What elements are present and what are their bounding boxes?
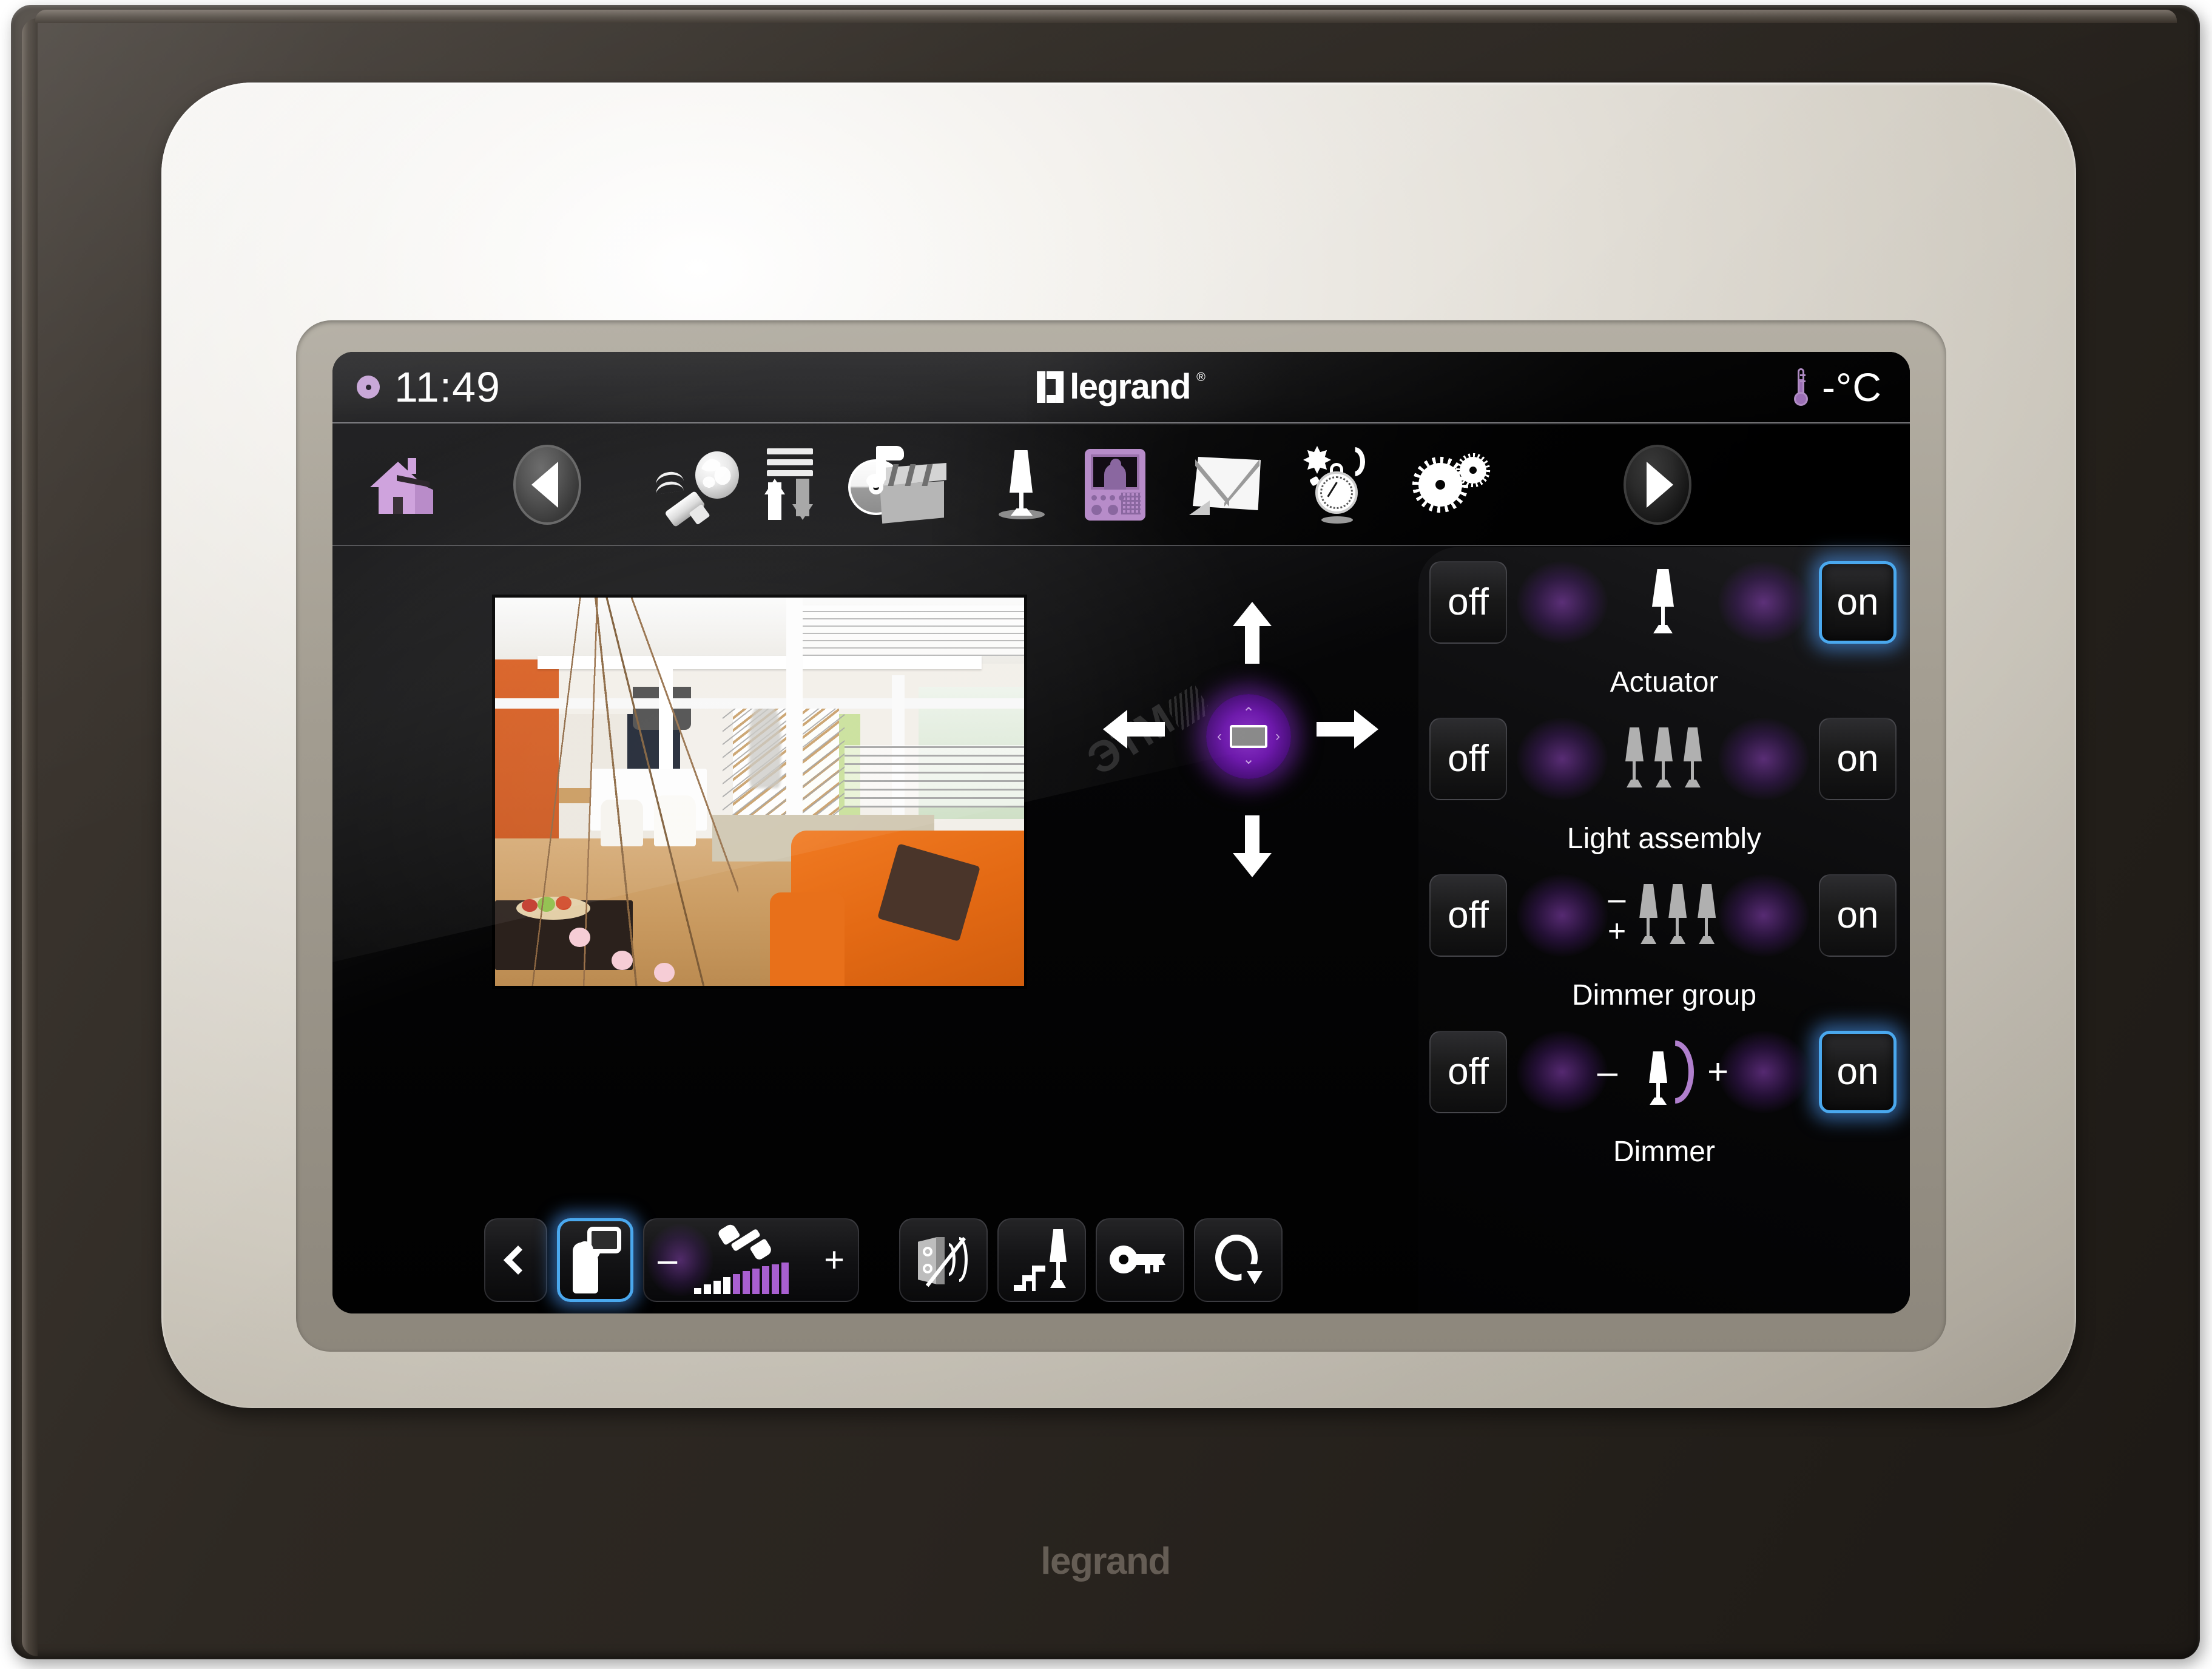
handset-volume-icon [694, 1222, 807, 1294]
device-top-edge [35, 10, 2177, 23]
dimmer-group-off-button[interactable]: off [1429, 874, 1507, 957]
brand-registered-mark: ® [1196, 371, 1205, 384]
mute-speaker-button[interactable] [899, 1218, 988, 1302]
dimmer-label: Dimmer [1613, 1136, 1715, 1168]
key-icon [1110, 1246, 1170, 1275]
volume-plus-button[interactable]: + [824, 1242, 845, 1278]
cd-clapperboard-icon [848, 446, 946, 524]
person-speech-icon [569, 1227, 621, 1293]
up-down-arrows-icon [764, 448, 817, 521]
nav-item-multimedia[interactable] [848, 446, 946, 524]
cycle-button[interactable] [1194, 1218, 1283, 1302]
dimmer-on-button[interactable]: on [1819, 1031, 1897, 1113]
dimmer-minus-button[interactable]: – [1597, 1054, 1617, 1090]
dimmer-group-plus[interactable]: + [1608, 915, 1626, 947]
screen-pan-icon [1230, 725, 1267, 748]
nav-item-scenarios[interactable] [1298, 446, 1389, 524]
back-button[interactable] [484, 1218, 547, 1302]
dimmer-group-plusminus[interactable]: – + [1608, 883, 1626, 947]
nav-item-previous[interactable] [513, 445, 581, 525]
dimmer-arc-lamp-icon [1631, 1038, 1694, 1106]
legrand-logo: legrand ® [1037, 369, 1205, 405]
lamp-icon [988, 450, 1054, 519]
actuator-off-button[interactable]: off [1429, 561, 1507, 644]
volume-minus-button[interactable]: – [658, 1242, 677, 1278]
video-door-station-icon [1085, 449, 1145, 521]
light-assembly-off-button[interactable]: off [1429, 718, 1507, 800]
control-row: off on Light assembly [1418, 704, 1910, 860]
clock-text: 11:49 [394, 363, 501, 411]
actuator-label: Actuator [1610, 666, 1719, 698]
light-assembly-label: Light assembly [1566, 823, 1762, 855]
dimmer-off-button[interactable]: off [1429, 1031, 1507, 1113]
nav-item-messages[interactable] [1189, 454, 1266, 515]
dpad-center-down-icon: ⌄ [1242, 751, 1255, 767]
volume-control[interactable]: – + [643, 1218, 859, 1302]
control-row: off – + on Dimmer group [1418, 860, 1910, 1017]
nav-item-updown[interactable] [764, 448, 817, 521]
nav-item-next[interactable] [1624, 445, 1691, 525]
nav-item-home[interactable] [370, 456, 437, 514]
camera-image [495, 598, 1024, 986]
dpad-center-left-icon: ‹ [1217, 728, 1222, 744]
dpad-center-right-icon: › [1275, 728, 1280, 744]
dimmer-group-label: Dimmer group [1571, 979, 1757, 1011]
device-bottom-logo: legrand [1040, 1540, 1171, 1582]
touchscreen[interactable]: 11:49 legrand ® -°C ЭТМ ⌃ ⌄ ‹ › off on A… [332, 352, 1910, 1313]
clock: 11:49 [357, 366, 501, 408]
stair-light-icon [1014, 1229, 1070, 1291]
status-bar: 11:49 legrand ® -°C [332, 352, 1910, 423]
volume-level-bars [694, 1263, 789, 1294]
control-row: off on Actuator [1418, 547, 1910, 704]
dimmer-group-minus[interactable]: – [1608, 883, 1626, 915]
next-arrow-icon [1624, 445, 1691, 525]
staircase-light-button[interactable] [997, 1218, 1086, 1302]
thermometer-icon [1793, 368, 1809, 406]
device-body: 11:49 legrand ® -°C ЭТМ ⌃ ⌄ ‹ › off on A… [11, 5, 2200, 1659]
envelope-icon [1189, 454, 1266, 515]
speaker-muted-icon [918, 1233, 969, 1287]
chevron-left-icon [503, 1245, 533, 1275]
door-lock-button[interactable] [1096, 1218, 1184, 1302]
actuator-on-button[interactable]: on [1819, 561, 1897, 644]
dimmer-plus-button[interactable]: + [1707, 1054, 1728, 1090]
three-lamps-icon [1622, 727, 1704, 791]
status-dot-icon [357, 376, 380, 399]
three-lamps-dim-icon [1636, 884, 1718, 947]
lighting-control-panel: off on Actuator off on Light assembly of… [1418, 547, 1910, 1313]
dpad-center-up-icon: ⌃ [1242, 705, 1255, 721]
device-left-edge [22, 18, 38, 1656]
pan-tilt-dpad: ⌃ ⌄ ‹ › [1103, 602, 1394, 881]
main-content-area: ЭТМ ⌃ ⌄ ‹ › off on Actuator off on Light… [332, 547, 1910, 1313]
previous-arrow-icon [513, 445, 581, 525]
nav-item-settings[interactable] [1418, 452, 1491, 518]
dimmer-group-on-button[interactable]: on [1819, 874, 1897, 957]
single-lamp-icon [1644, 569, 1682, 636]
gears-icon [1418, 452, 1491, 518]
nav-item-video-station[interactable] [1085, 449, 1145, 521]
brand-text: legrand [1070, 367, 1192, 406]
loop-arrow-icon [1215, 1235, 1263, 1286]
door-camera-preview[interactable] [492, 595, 1027, 989]
temperature-text: -°C [1821, 365, 1882, 410]
dpad-center-button[interactable]: ⌃ ⌄ ‹ › [1206, 694, 1291, 779]
home-icon [370, 456, 437, 514]
talk-button[interactable] [557, 1218, 633, 1302]
nav-item-lighting[interactable] [988, 450, 1054, 519]
intercom-toolbar: – + [332, 1209, 1283, 1311]
navigation-toolbar [332, 425, 1910, 546]
sun-moon-stopwatch-icon [1298, 446, 1389, 524]
light-assembly-on-button[interactable]: on [1819, 718, 1897, 800]
handset-icon [717, 1222, 774, 1261]
globe-usb-icon [654, 451, 740, 528]
temperature-readout: -°C [1793, 367, 1882, 407]
control-row: off – + on Dimmer [1418, 1017, 1910, 1173]
nav-item-web-usb[interactable] [654, 451, 740, 528]
legrand-mark-icon [1037, 371, 1064, 403]
